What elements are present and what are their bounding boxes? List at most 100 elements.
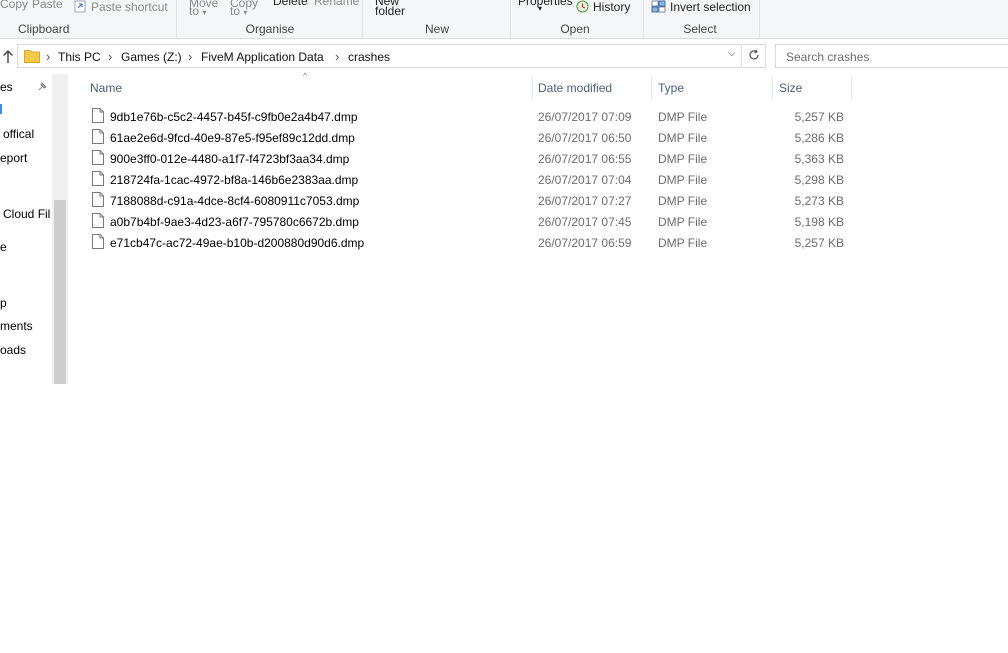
ribbon-separator	[176, 0, 177, 38]
file-type: DMP File	[658, 215, 708, 229]
column-divider[interactable]	[651, 76, 652, 100]
ribbon-separator	[759, 0, 760, 38]
ribbon-separator	[510, 0, 511, 38]
file-row[interactable]: 9db1e76b-c5c2-4457-b45f-c9fb0e2a4b47.dmp…	[88, 106, 850, 127]
file-row[interactable]: 61ae2e6d-9fcd-40e9-87e5-f95ef89c12dd.dmp…	[88, 127, 850, 148]
file-date: 26/07/2017 06:50	[538, 131, 632, 145]
pin-icon[interactable]	[36, 81, 48, 93]
move-to-sub: to ▾	[189, 4, 206, 18]
nav-scrollbar-thumb[interactable]	[54, 200, 66, 384]
file-name[interactable]: a0b7b4bf-9ae3-4d23-a6f7-795780c6672b.dmp	[110, 215, 359, 229]
dropdown-icon: ▾	[243, 8, 248, 17]
file-name[interactable]: 9db1e76b-c5c2-4457-b45f-c9fb0e2a4b47.dmp	[110, 110, 358, 124]
file-icon	[92, 234, 104, 249]
new-group-label: New	[424, 22, 449, 36]
file-row[interactable]: e71cb47c-ac72-49ae-b10b-d200880d90d6.dmp…	[88, 232, 850, 253]
breadcrumb-crashes[interactable]: crashes	[348, 50, 390, 64]
invert-selection-label: Invert selection	[670, 0, 751, 14]
history-label: History	[593, 0, 631, 14]
column-divider[interactable]	[532, 76, 533, 100]
organise-group-label: Organise	[245, 22, 295, 36]
dropdown-icon: ▾	[202, 8, 207, 17]
chevron-right-icon[interactable]: ›	[108, 49, 112, 64]
file-size: 5,363 KB	[794, 152, 844, 166]
file-size: 5,257 KB	[794, 236, 844, 250]
nav-item-downloads[interactable]: oads	[0, 343, 68, 653]
file-icon	[92, 129, 104, 144]
history-button[interactable]: History	[576, 0, 630, 14]
file-name[interactable]: 7188088d-c91a-4dce-8cf4-6080911c7053.dmp	[110, 194, 359, 208]
breadcrumb-this-pc[interactable]: This PC	[58, 50, 101, 64]
search-input[interactable]	[784, 46, 1008, 68]
file-type: DMP File	[658, 152, 708, 166]
file-type: DMP File	[658, 110, 708, 124]
search-box[interactable]	[775, 44, 1008, 68]
file-name[interactable]: e71cb47c-ac72-49ae-b10b-d200880d90d6.dmp	[110, 236, 364, 250]
file-size: 5,298 KB	[794, 173, 844, 187]
address-bar[interactable]: › This PC › Games (Z:) › FiveM Applicati…	[17, 44, 766, 68]
file-type: DMP File	[658, 131, 708, 145]
address-dropdown-icon[interactable]: ⌵	[728, 48, 736, 59]
column-header-date-modified[interactable]: Date modified	[538, 81, 612, 95]
paste-shortcut-label: Paste shortcut	[91, 0, 168, 14]
file-type: DMP File	[658, 236, 708, 250]
file-icon	[92, 171, 104, 186]
copy-to-sub-label: to	[230, 4, 241, 18]
file-row[interactable]: 7188088d-c91a-4dce-8cf4-6080911c7053.dmp…	[88, 190, 850, 211]
file-row[interactable]: a0b7b4bf-9ae3-4d23-a6f7-795780c6672b.dmp…	[88, 211, 850, 232]
copy-to-sub: to ▾	[230, 4, 247, 18]
file-size: 5,257 KB	[794, 110, 844, 124]
copy-button[interactable]: Copy	[0, 0, 28, 11]
file-type: DMP File	[658, 194, 708, 208]
file-date: 26/07/2017 07:09	[538, 110, 632, 124]
breadcrumb-fivem-application-data[interactable]: FiveM Application Data	[201, 50, 324, 64]
file-date: 26/07/2017 07:04	[538, 173, 632, 187]
column-header-name[interactable]: Name	[90, 81, 122, 95]
file-size: 5,198 KB	[794, 215, 844, 229]
history-icon	[576, 0, 589, 13]
file-name[interactable]: 900e3ff0-012e-4480-a1f7-f4723bf3aa34.dmp	[110, 152, 349, 166]
file-size: 5,273 KB	[794, 194, 844, 208]
paste-shortcut-button[interactable]: Paste shortcut	[74, 0, 168, 14]
properties-button[interactable]: Properties	[518, 0, 573, 8]
rename-button[interactable]: Rename	[314, 0, 359, 8]
column-header-size[interactable]: Size	[779, 81, 802, 95]
new-folder-button[interactable]: folder	[375, 4, 405, 18]
clipboard-group-label: Clipboard	[18, 22, 70, 36]
file-icon	[92, 213, 104, 228]
file-date: 26/07/2017 07:27	[538, 194, 632, 208]
file-type: DMP File	[658, 173, 708, 187]
invert-selection-icon	[651, 0, 666, 13]
file-icon	[92, 150, 104, 165]
file-name[interactable]: 61ae2e6d-9fcd-40e9-87e5-f95ef89c12dd.dmp	[110, 131, 355, 145]
file-icon	[92, 108, 104, 123]
open-group-label: Open	[560, 22, 590, 36]
chevron-right-icon[interactable]: ›	[335, 49, 339, 64]
sort-ascending-icon: ^	[303, 71, 308, 81]
file-icon	[92, 192, 104, 207]
file-date: 26/07/2017 06:55	[538, 152, 632, 166]
file-size: 5,286 KB	[794, 131, 844, 145]
ribbon-separator	[643, 0, 644, 38]
file-row[interactable]: 900e3ff0-012e-4480-a1f7-f4723bf3aa34.dmp…	[88, 148, 850, 169]
file-date: 26/07/2017 07:45	[538, 215, 632, 229]
up-arrow-icon[interactable]	[2, 49, 14, 65]
chevron-right-icon[interactable]: ›	[188, 49, 192, 64]
column-header-type[interactable]: Type	[658, 81, 684, 95]
properties-dropdown-icon[interactable]: ▾	[538, 4, 542, 13]
file-row[interactable]: 218724fa-1cac-4972-bf8a-146b6e2383aa.dmp…	[88, 169, 850, 190]
paste-shortcut-icon	[74, 0, 86, 13]
folder-icon	[24, 50, 40, 63]
refresh-button[interactable]	[741, 44, 765, 68]
file-name[interactable]: 218724fa-1cac-4972-bf8a-146b6e2383aa.dmp	[110, 173, 358, 187]
paste-button[interactable]: Paste	[32, 0, 63, 11]
column-divider[interactable]	[772, 76, 773, 100]
ribbon-separator	[362, 0, 363, 38]
nav-item-marker	[0, 104, 2, 114]
delete-button[interactable]: Delete	[273, 0, 308, 8]
invert-selection-button[interactable]: Invert selection	[651, 0, 751, 14]
breadcrumb-games-drive[interactable]: Games (Z:)	[121, 50, 182, 64]
chevron-right-icon[interactable]: ›	[46, 49, 50, 64]
column-divider[interactable]	[851, 76, 852, 100]
ribbon: Copy Paste Paste shortcut Clipboard Move…	[0, 0, 1008, 39]
